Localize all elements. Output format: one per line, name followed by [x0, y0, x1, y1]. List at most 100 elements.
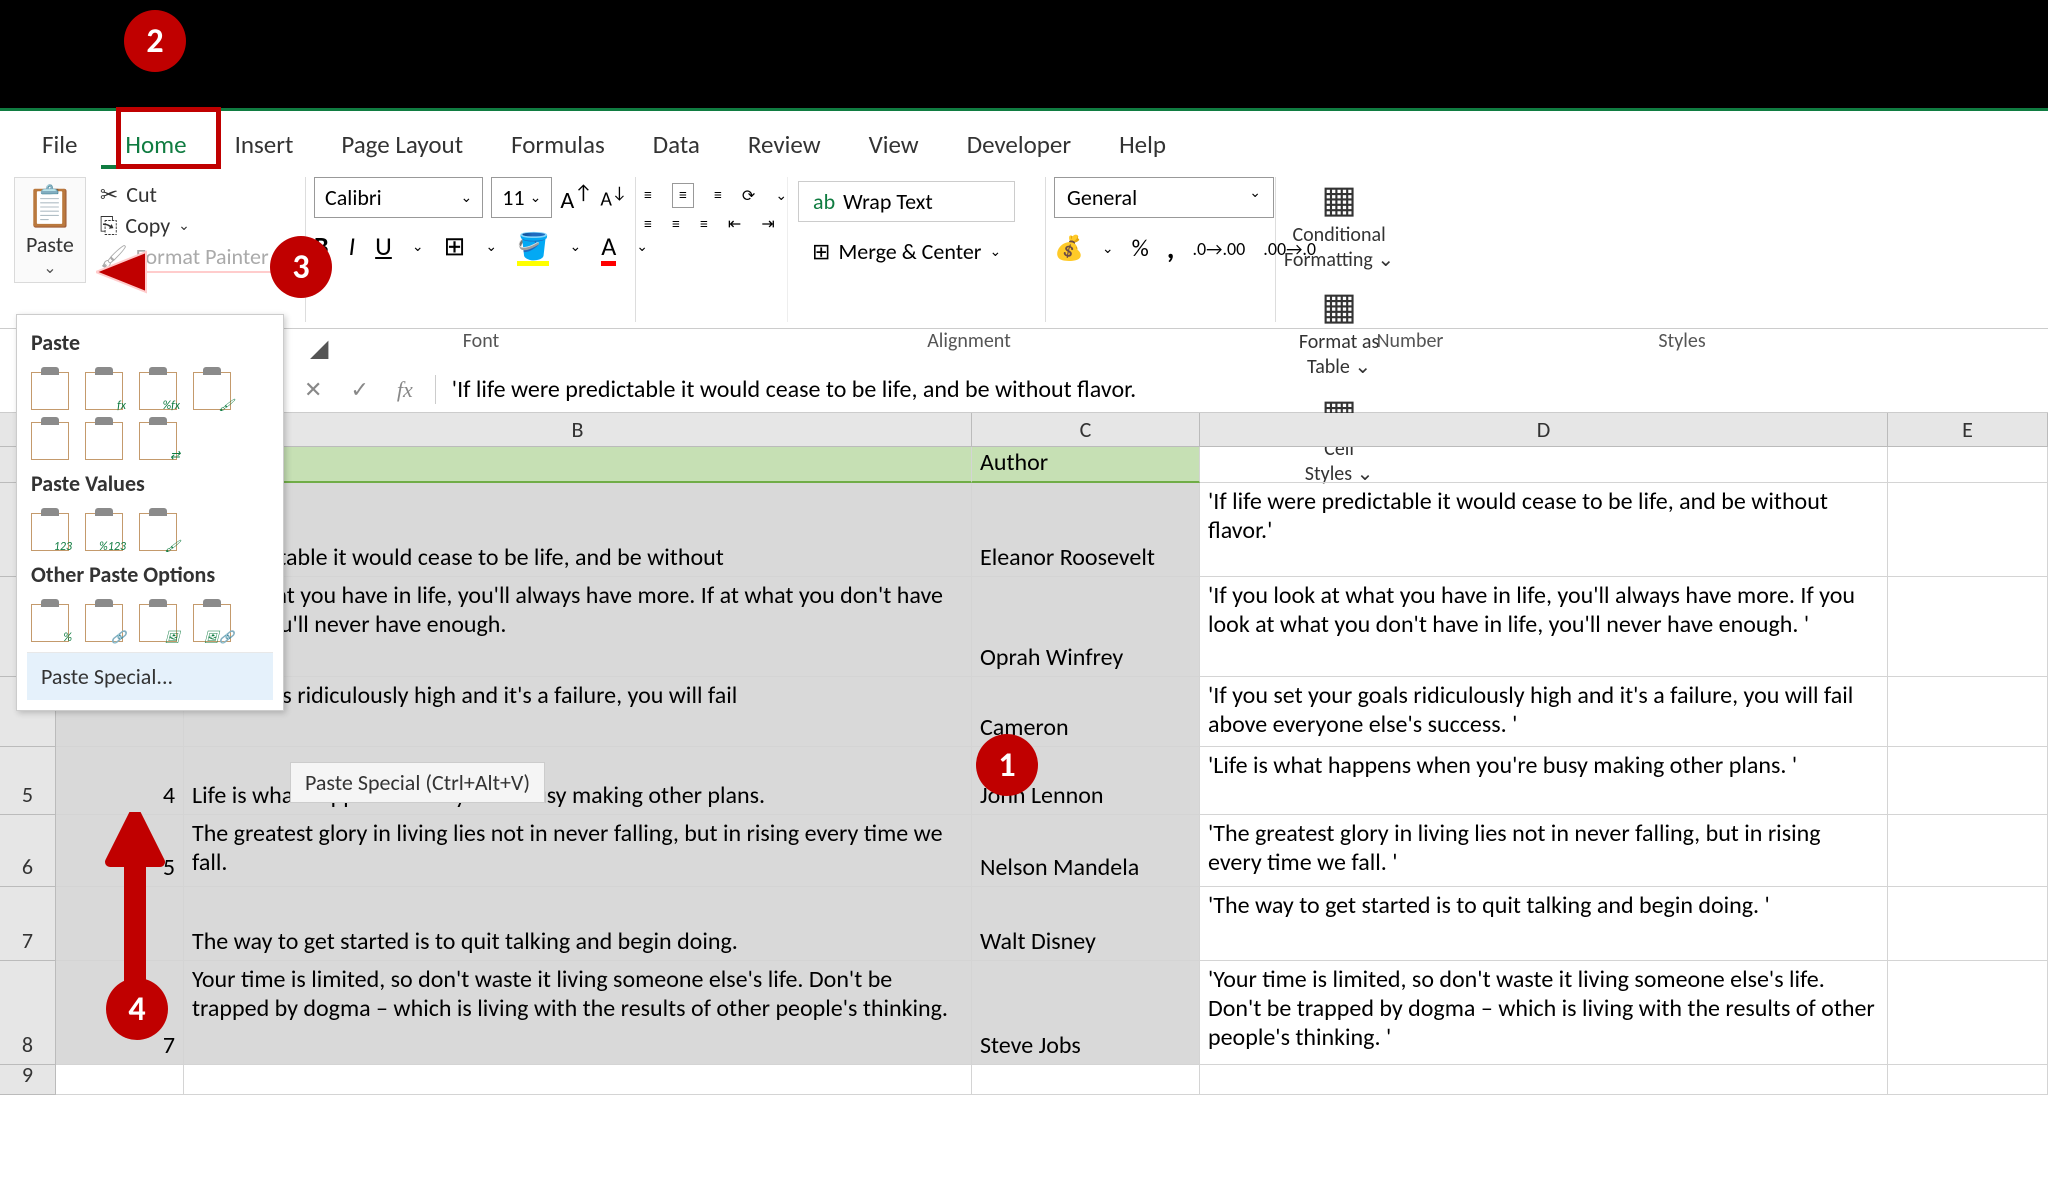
cell[interactable]	[1200, 1065, 1888, 1095]
row-header[interactable]: 8	[0, 961, 56, 1065]
align-top-icon[interactable]: ≡	[644, 186, 652, 205]
increase-decimal-icon[interactable]: .0→.00	[1193, 238, 1246, 260]
fill-color-button[interactable]: 🪣	[517, 230, 549, 262]
paste-option-keep-source[interactable]: 🖌	[193, 372, 231, 410]
copy-button[interactable]: ⎘Copy⌄	[100, 212, 269, 239]
align-left-icon[interactable]: ≡	[644, 215, 652, 234]
orientation-icon[interactable]: ⟳	[742, 186, 755, 206]
paste-option-picture[interactable]: 🖼	[139, 604, 177, 642]
percent-icon[interactable]: %	[1132, 234, 1149, 263]
cell[interactable]: Your time is limited, so don't waste it …	[184, 961, 972, 1065]
col-header-E[interactable]: E	[1888, 413, 2048, 447]
paste-option-transpose[interactable]: ⇄	[139, 422, 177, 460]
row-header[interactable]: 9	[0, 1065, 56, 1095]
cell[interactable]	[972, 1065, 1200, 1095]
tab-page-layout[interactable]: Page Layout	[317, 121, 487, 169]
cell[interactable]: 4	[56, 747, 184, 815]
cell[interactable]: 'The way to get started is to quit talki…	[1200, 887, 1888, 961]
cell[interactable]: your goals ridiculously high and it's a …	[184, 677, 972, 747]
cell[interactable]: Author	[972, 447, 1200, 483]
cell[interactable]	[1200, 447, 1888, 483]
paste-option-values-number[interactable]: %123	[85, 513, 123, 551]
align-right-icon[interactable]: ≡	[700, 215, 708, 234]
col-header-B[interactable]: B	[184, 413, 972, 447]
cell[interactable]	[1888, 1065, 2048, 1095]
tab-view[interactable]: View	[845, 121, 943, 169]
chevron-down-icon[interactable]: ⌄	[1102, 240, 1114, 257]
tab-insert[interactable]: Insert	[211, 121, 318, 169]
accounting-icon[interactable]: 💰	[1054, 234, 1084, 263]
col-header-D[interactable]: D	[1200, 413, 1888, 447]
chevron-down-icon[interactable]: ⌄	[775, 187, 787, 204]
cell[interactable]: 'If you look at what you have in life, y…	[1200, 577, 1888, 677]
paste-option-linked-picture[interactable]: 🖼🔗	[193, 604, 231, 642]
cell[interactable]: The greatest glory in living lies not in…	[184, 815, 972, 887]
paste-option-formulas[interactable]: fx	[85, 372, 123, 410]
conditional-formatting-button[interactable]: ▦ Conditional Formatting ⌄	[1284, 177, 1394, 272]
paste-special-menu-item[interactable]: Paste Special...	[27, 652, 273, 700]
number-format-select[interactable]: General⌄	[1054, 177, 1274, 218]
cell[interactable]: 'Your time is limited, so don't waste it…	[1200, 961, 1888, 1065]
paste-option-values-source[interactable]: 🖌	[139, 513, 177, 551]
font-color-button[interactable]: A	[601, 230, 616, 262]
tab-file[interactable]: File	[18, 121, 101, 169]
indent-decrease-icon[interactable]: ⇤	[728, 214, 741, 234]
paste-button[interactable]: 📋 Paste ⌄	[14, 177, 86, 283]
comma-icon[interactable]: ,	[1167, 230, 1175, 267]
tab-formulas[interactable]: Formulas	[487, 121, 629, 169]
cell[interactable]: The way to get started is to quit talkin…	[184, 887, 972, 961]
paste-option-values[interactable]: 123	[31, 513, 69, 551]
row-header[interactable]: 7	[0, 887, 56, 961]
paste-option-keep-widths[interactable]	[85, 422, 123, 460]
chevron-down-icon[interactable]: ⌄	[569, 238, 581, 255]
paste-option-link[interactable]: 🔗	[85, 604, 123, 642]
col-header-C[interactable]: C	[972, 413, 1200, 447]
cell[interactable]: Eleanor Roosevelt	[972, 483, 1200, 577]
paste-option-formulas-number[interactable]: %fx	[139, 372, 177, 410]
underline-button[interactable]: U	[375, 230, 392, 262]
cell[interactable]	[1888, 447, 2048, 483]
cell[interactable]: ok at what you have in life, you'll alwa…	[184, 577, 972, 677]
cell[interactable]: Nelson Mandela	[972, 815, 1200, 887]
cell[interactable]: re predictable it would cease to be life…	[184, 483, 972, 577]
align-center-icon[interactable]: ≡	[672, 215, 680, 234]
paste-option-formatting[interactable]: %	[31, 604, 69, 642]
cell[interactable]	[184, 1065, 972, 1095]
tab-data[interactable]: Data	[629, 121, 724, 169]
merge-center-button[interactable]: ⊞Merge & Center⌄	[798, 232, 1015, 271]
cell[interactable]	[1888, 961, 2048, 1065]
row-header[interactable]: 6	[0, 815, 56, 887]
cancel-formula-icon[interactable]: ✕	[290, 376, 336, 403]
tab-help[interactable]: Help	[1095, 121, 1190, 169]
chevron-down-icon[interactable]: ⌄	[485, 238, 497, 255]
cell[interactable]	[1888, 483, 2048, 577]
cell[interactable]: 'Life is what happens when you're busy m…	[1200, 747, 1888, 815]
cell[interactable]	[1888, 887, 2048, 961]
formula-text[interactable]: 'If life were predictable it would cease…	[435, 375, 1136, 404]
enter-formula-icon[interactable]: ✓	[336, 376, 382, 403]
borders-button[interactable]: ⊞	[444, 230, 466, 262]
cell[interactable]: Walt Disney	[972, 887, 1200, 961]
tab-review[interactable]: Review	[724, 121, 845, 169]
align-middle-icon[interactable]: ≡	[672, 183, 694, 208]
decrease-font-icon[interactable]: A↓	[600, 183, 627, 212]
cell[interactable]	[1888, 577, 2048, 677]
cell[interactable]	[1888, 677, 2048, 747]
cell[interactable]	[1888, 815, 2048, 887]
paste-option-no-borders[interactable]	[31, 422, 69, 460]
increase-font-icon[interactable]: A↑	[560, 181, 592, 215]
cell[interactable]	[184, 447, 972, 483]
cut-button[interactable]: ✂Cut	[100, 181, 269, 208]
wrap-text-button[interactable]: abWrap Text	[798, 181, 1015, 222]
italic-button[interactable]: I	[349, 230, 356, 262]
fx-icon[interactable]: fx	[383, 377, 427, 403]
paste-option-all[interactable]	[31, 372, 69, 410]
chevron-down-icon[interactable]: ⌄	[412, 238, 424, 255]
cell[interactable]: Steve Jobs	[972, 961, 1200, 1065]
cell[interactable]: 'If you set your goals ridiculously high…	[1200, 677, 1888, 747]
cell[interactable]	[56, 1065, 184, 1095]
align-bottom-icon[interactable]: ≡	[714, 186, 722, 205]
tab-developer[interactable]: Developer	[943, 121, 1095, 169]
cell[interactable]	[1888, 747, 2048, 815]
indent-increase-icon[interactable]: ⇥	[761, 214, 774, 234]
